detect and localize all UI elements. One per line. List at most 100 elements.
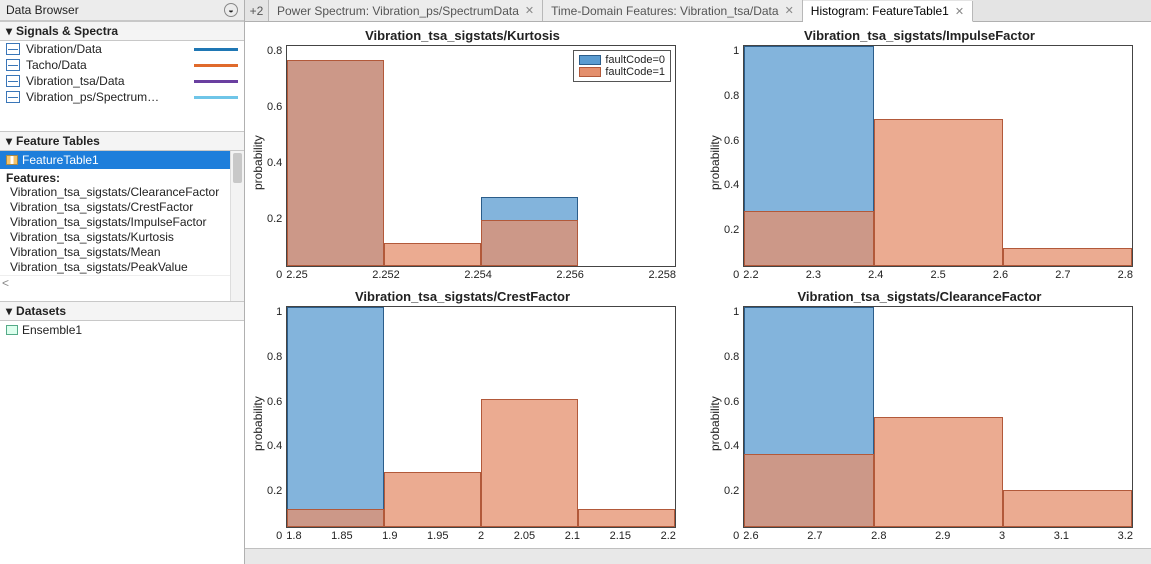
histogram-bar — [874, 119, 1003, 266]
signal-color-swatch — [194, 48, 238, 51]
feature-item[interactable]: Vibration_tsa_sigstats/Mean — [0, 245, 244, 260]
plot-box[interactable]: faultCode=0faultCode=1 — [286, 45, 676, 267]
vertical-scrollbar[interactable] — [230, 151, 244, 301]
close-icon[interactable]: ✕ — [955, 5, 964, 18]
legend-swatch — [579, 67, 601, 77]
close-icon[interactable]: ✕ — [525, 4, 534, 17]
chart-title: Vibration_tsa_sigstats/ClearanceFactor — [798, 289, 1042, 304]
signal-name: Vibration_tsa/Data — [26, 74, 188, 88]
histogram-chart: Vibration_tsa_sigstats/Kurtosis probabili… — [249, 28, 676, 281]
plot-box[interactable] — [743, 45, 1133, 267]
y-ticks: 10.80.60.40.20 — [724, 306, 743, 542]
main-area: +2 Power Spectrum: Vibration_ps/Spectrum… — [245, 0, 1151, 564]
feature-tables-header[interactable]: ▾ Feature Tables — [0, 131, 244, 151]
datasets-header[interactable]: ▾ Datasets — [0, 301, 244, 321]
histogram-bar — [1003, 490, 1132, 527]
signal-icon — [6, 59, 20, 71]
chevron-down-icon: ▾ — [6, 134, 12, 148]
tab-label: Histogram: FeatureTable1 — [811, 4, 949, 18]
histogram-bar — [874, 417, 1003, 527]
signals-header-label: Signals & Spectra — [16, 24, 118, 38]
feature-item[interactable]: Vibration_tsa_sigstats/CrestFactor — [0, 200, 244, 215]
horizontal-scrollbar[interactable]: <> — [0, 275, 244, 290]
signal-name: Vibration/Data — [26, 42, 188, 56]
histogram-chart: Vibration_tsa_sigstats/CrestFactorprobab… — [249, 289, 676, 542]
signal-icon — [6, 91, 20, 103]
histogram-bar — [384, 243, 481, 266]
collapse-icon[interactable]: ◒ — [224, 3, 238, 17]
histogram-bar — [287, 509, 384, 527]
tab[interactable]: Histogram: FeatureTable1 ✕ — [803, 1, 973, 22]
signal-color-swatch — [194, 64, 238, 67]
dataset-name: Ensemble1 — [22, 323, 82, 337]
chart-title: Vibration_tsa_sigstats/CrestFactor — [355, 289, 570, 304]
signal-name: Tacho/Data — [26, 58, 188, 72]
x-ticks: 2.252.2522.2542.2562.258 — [286, 267, 676, 281]
signal-icon — [6, 75, 20, 87]
x-ticks: 2.22.32.42.52.62.72.8 — [743, 267, 1133, 281]
x-ticks: 2.62.72.82.933.13.2 — [743, 528, 1133, 542]
signal-row[interactable]: Vibration_ps/Spectrum… — [0, 89, 244, 105]
y-axis-label: probability — [706, 306, 724, 542]
chevron-down-icon: ▾ — [6, 304, 12, 318]
status-bar — [245, 548, 1151, 564]
signal-color-swatch — [194, 96, 238, 99]
datasets-header-label: Datasets — [16, 304, 66, 318]
tab-overflow[interactable]: +2 — [245, 0, 269, 21]
histogram-bar — [287, 307, 384, 527]
tab-bar: +2 Power Spectrum: Vibration_ps/Spectrum… — [245, 0, 1151, 22]
dataset-icon — [6, 325, 18, 335]
signal-row[interactable]: Vibration_tsa/Data — [0, 73, 244, 89]
feature-item[interactable]: Vibration_tsa_sigstats/ImpulseFactor — [0, 215, 244, 230]
histogram-chart: Vibration_tsa_sigstats/ClearanceFactorpr… — [706, 289, 1133, 542]
signals-header[interactable]: ▾ Signals & Spectra — [0, 21, 244, 41]
feature-tables-header-label: Feature Tables — [16, 134, 100, 148]
plot-box[interactable] — [286, 306, 676, 528]
legend-swatch — [579, 55, 601, 65]
tab[interactable]: Power Spectrum: Vibration_ps/SpectrumDat… — [269, 0, 543, 21]
feature-item[interactable]: Vibration_tsa_sigstats/ClearanceFactor — [0, 185, 244, 200]
y-ticks: 0.80.60.40.20 — [267, 45, 286, 281]
close-icon[interactable]: ✕ — [785, 4, 794, 17]
chevron-down-icon: ▾ — [6, 24, 12, 38]
y-axis-label: probability — [249, 306, 267, 542]
datasets-body: Ensemble1 — [0, 321, 244, 564]
signal-color-swatch — [194, 80, 238, 83]
data-browser-title: Data Browser ◒ — [0, 0, 244, 21]
signal-name: Vibration_ps/Spectrum… — [26, 90, 188, 104]
tab[interactable]: Time-Domain Features: Vibration_tsa/Data… — [543, 0, 803, 21]
signals-list: Vibration/Data Tacho/Data Vibration_tsa/… — [0, 41, 244, 131]
histogram-bar — [287, 60, 384, 266]
histogram-bar — [384, 472, 481, 527]
histogram-bar — [1003, 248, 1132, 266]
feature-table-name: FeatureTable1 — [22, 153, 99, 167]
signal-row[interactable]: Tacho/Data — [0, 57, 244, 73]
feature-tables-body: FeatureTable1 Features: Vibration_tsa_si… — [0, 151, 244, 301]
tab-label: Time-Domain Features: Vibration_tsa/Data — [551, 4, 778, 18]
legend-label: faultCode=0 — [605, 54, 665, 66]
chart-title: Vibration_tsa_sigstats/Kurtosis — [365, 28, 560, 43]
plot-box[interactable] — [743, 306, 1133, 528]
x-ticks: 1.81.851.91.9522.052.12.152.2 — [286, 528, 676, 542]
feature-item[interactable]: Vibration_tsa_sigstats/Kurtosis — [0, 230, 244, 245]
tab-label: Power Spectrum: Vibration_ps/SpectrumDat… — [277, 4, 519, 18]
feature-table-row[interactable]: FeatureTable1 — [0, 151, 244, 169]
histogram-chart: Vibration_tsa_sigstats/ImpulseFactorprob… — [706, 28, 1133, 281]
y-ticks: 10.80.60.40.20 — [267, 306, 286, 542]
signal-icon — [6, 43, 20, 55]
table-icon — [6, 155, 18, 165]
feature-item[interactable]: Vibration_tsa_sigstats/PeakValue — [0, 260, 244, 275]
signal-row[interactable]: Vibration/Data — [0, 41, 244, 57]
chart-title: Vibration_tsa_sigstats/ImpulseFactor — [804, 28, 1035, 43]
y-axis-label: probability — [706, 45, 724, 281]
histogram-bar — [481, 399, 578, 527]
histogram-bar — [744, 454, 873, 527]
histogram-bar — [578, 509, 675, 527]
legend[interactable]: faultCode=0faultCode=1 — [573, 50, 671, 82]
data-browser-title-label: Data Browser — [6, 3, 79, 17]
y-axis-label: probability — [249, 45, 267, 281]
plot-area: Vibration_tsa_sigstats/Kurtosis probabili… — [245, 22, 1151, 548]
features-label: Features: — [0, 169, 244, 185]
histogram-bar — [744, 211, 873, 266]
dataset-row[interactable]: Ensemble1 — [0, 321, 244, 339]
